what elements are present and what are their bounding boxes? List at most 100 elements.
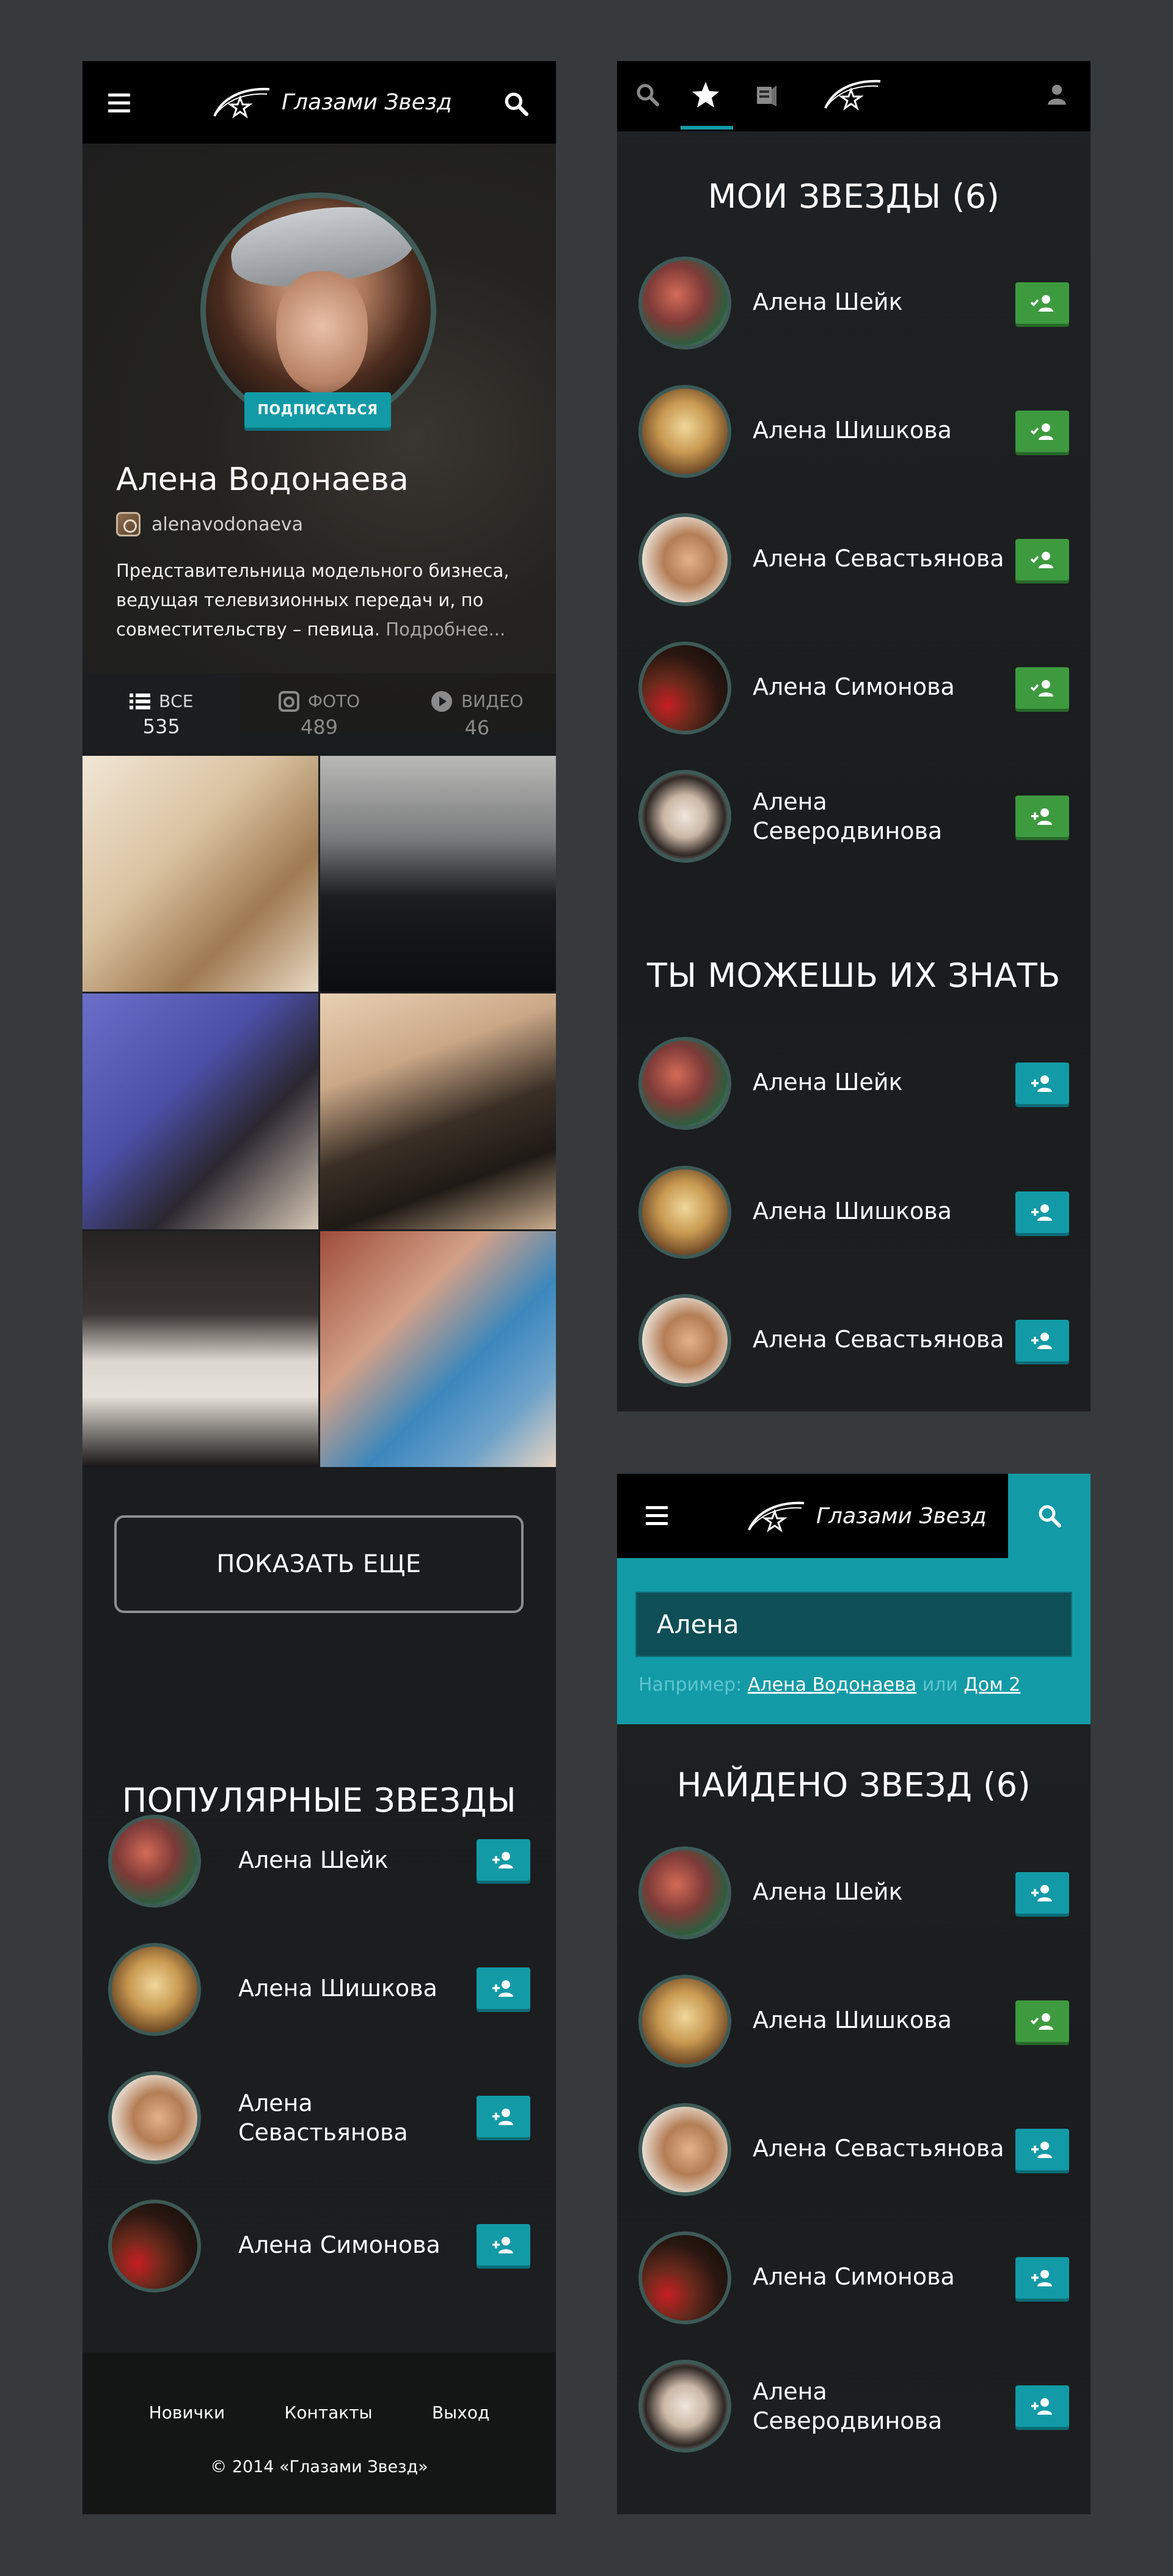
instagram-icon: [116, 512, 141, 536]
photo-thumbnail[interactable]: [320, 993, 556, 1229]
profile-bio: Представительница модельного бизнеса, ве…: [116, 556, 532, 644]
search-icon[interactable]: [632, 79, 663, 110]
avatar: [638, 1975, 731, 2068]
add-star-button[interactable]: [1015, 796, 1069, 837]
footer-link-newcomers[interactable]: Новички: [149, 2402, 225, 2423]
star-icon[interactable]: [687, 76, 724, 113]
photo-thumbnail[interactable]: [82, 1231, 318, 1467]
hint-example-link[interactable]: Дом 2: [963, 1674, 1020, 1696]
star-list-item[interactable]: Алена Шейк: [82, 1815, 556, 1919]
add-star-button[interactable]: [1015, 1320, 1069, 1361]
star-list-item[interactable]: Алена Шейк: [617, 257, 1091, 360]
star-list-item[interactable]: Алена Шишкова: [617, 1975, 1091, 2079]
avatar: [638, 770, 731, 863]
add-star-button[interactable]: [477, 1839, 530, 1881]
tab-label: ФОТО: [307, 691, 360, 711]
added-star-button[interactable]: [1015, 539, 1069, 580]
tab-label: ВИДЕО: [461, 691, 524, 711]
avatar: [638, 513, 731, 606]
user-plus-icon: [491, 1979, 516, 1997]
added-star-button[interactable]: [1015, 282, 1069, 324]
brand-logo[interactable]: Глазами Звезд: [211, 79, 452, 125]
star-name: Алена Северодвинова: [753, 2377, 942, 2435]
avatar: [638, 257, 731, 349]
star-list-item[interactable]: Алена Севастьянова: [617, 2103, 1091, 2207]
tab-video[interactable]: ВИДЕО 46: [398, 673, 556, 756]
star-list-item[interactable]: Алена Симонова: [617, 2231, 1091, 2335]
user-plus-icon: [1030, 1884, 1054, 1902]
hint-or: или: [922, 1674, 958, 1696]
star-list-item[interactable]: Алена Симонова: [617, 642, 1091, 745]
tab-all[interactable]: ВСЕ 535: [82, 673, 241, 756]
camera-icon: [278, 690, 299, 712]
add-star-button[interactable]: [1015, 2385, 1069, 2427]
star-name: Алена Шейк: [753, 288, 903, 315]
tab-count: 535: [142, 715, 180, 738]
star-name: Алена Шишкова: [753, 417, 952, 444]
show-more-button[interactable]: ПОКАЗАТЬ ЕЩЕ: [114, 1515, 524, 1613]
star-list-item[interactable]: Алена Шишкова: [82, 1943, 556, 2047]
search-input[interactable]: [635, 1592, 1072, 1657]
star-logo-icon: [745, 1498, 806, 1535]
star-name: Алена Симонова: [238, 2231, 440, 2258]
hint-example-link[interactable]: Алена Водонаева: [748, 1674, 916, 1696]
read-more-link[interactable]: Подробнее...: [386, 619, 505, 640]
footer-link-logout[interactable]: Выход: [432, 2402, 489, 2423]
add-star-button[interactable]: [1015, 1872, 1069, 1914]
star-list-item[interactable]: Алена Северодвинова: [617, 770, 1091, 874]
user-check-icon: [1030, 679, 1054, 697]
user-plus-icon: [1030, 2397, 1054, 2415]
added-star-button[interactable]: [1015, 2000, 1069, 2042]
top-bar: [617, 61, 1091, 131]
star-list-item[interactable]: Алена Шишкова: [617, 1166, 1091, 1270]
instagram-link[interactable]: alenavodonaeva: [116, 512, 303, 536]
section-title: ТЫ МОЖЕШЬ ИХ ЗНАТЬ: [647, 956, 1061, 995]
subscribe-button[interactable]: ПОДПИСАТЬСЯ: [244, 392, 391, 428]
photo-thumbnail[interactable]: [320, 756, 556, 992]
star-list-item[interactable]: Алена Севастьянова: [82, 2071, 556, 2175]
add-star-button[interactable]: [477, 1967, 530, 2009]
star-name: Алена Шишкова: [753, 2007, 952, 2033]
add-star-button[interactable]: [1015, 2129, 1069, 2170]
tab-photo[interactable]: ФОТО 489: [240, 673, 398, 756]
footer-link-contacts[interactable]: Контакты: [285, 2402, 373, 2423]
add-star-button[interactable]: [1015, 1063, 1069, 1104]
star-list-item[interactable]: Алена Северодвинова: [617, 2360, 1091, 2464]
star-list-item[interactable]: Алена Севастьянова: [617, 1294, 1091, 1398]
added-star-button[interactable]: [1015, 667, 1069, 709]
add-star-button[interactable]: [477, 2224, 530, 2266]
photo-thumbnail[interactable]: [82, 756, 318, 992]
photo-thumbnail[interactable]: [82, 993, 318, 1229]
menu-icon[interactable]: [101, 86, 137, 120]
feed-icon[interactable]: [748, 78, 782, 112]
added-star-button[interactable]: [1015, 411, 1069, 452]
avatar: [108, 1943, 201, 2036]
avatar: [638, 1294, 731, 1387]
add-star-button[interactable]: [477, 2096, 530, 2137]
search-icon[interactable]: [1008, 1474, 1091, 1558]
menu-icon[interactable]: [638, 1498, 675, 1532]
add-star-button[interactable]: [1015, 2257, 1069, 2299]
star-list-item[interactable]: Алена Симонова: [82, 2200, 556, 2303]
brand-logo[interactable]: Глазами Звезд: [745, 1493, 987, 1539]
user-icon[interactable]: [1042, 79, 1072, 110]
photo-grid: [82, 756, 556, 1467]
star-list-item[interactable]: Алена Шишкова: [617, 385, 1091, 489]
search-icon[interactable]: [498, 86, 535, 122]
star-list-item[interactable]: Алена Шейк: [617, 1037, 1091, 1141]
add-star-button[interactable]: [1015, 1191, 1069, 1233]
avatar: [638, 2231, 731, 2324]
play-icon: [431, 690, 452, 712]
photo-thumbnail[interactable]: [320, 1231, 556, 1467]
avatar: [638, 642, 731, 734]
star-name: Алена Севастьянова: [238, 2088, 408, 2147]
star-list-item[interactable]: Алена Шейк: [617, 1846, 1091, 1950]
star-logo-icon[interactable]: [822, 75, 883, 114]
tab-count: 46: [464, 715, 490, 739]
user-plus-icon: [491, 2107, 516, 2126]
section-title: ПОПУЛЯРНЫЕ ЗВЕЗДЫ: [122, 1781, 517, 1820]
user-plus-icon: [1030, 2269, 1054, 2287]
star-list-item[interactable]: Алена Севастьянова: [617, 513, 1091, 617]
active-tab-indicator: [681, 126, 733, 130]
hint-prefix: Например:: [638, 1674, 742, 1696]
